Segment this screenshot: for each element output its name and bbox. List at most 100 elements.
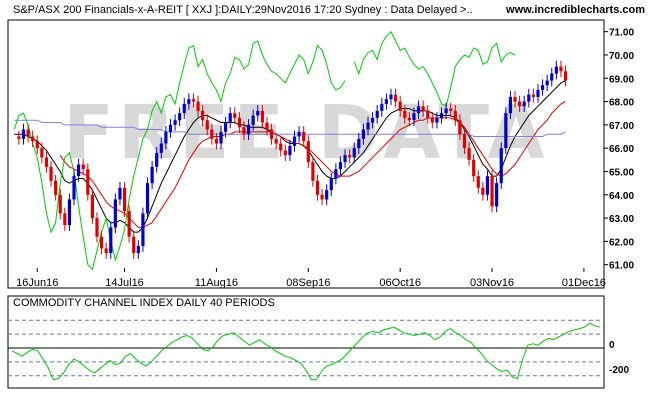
- candle: [145, 177, 150, 220]
- candle-body: [421, 106, 425, 111]
- candle-body: [21, 129, 26, 139]
- chart-canvas: S&P/ASX 200 Financials-x-A-REIT [ XXJ ]:…: [7, 4, 645, 389]
- candle-body: [54, 180, 58, 195]
- price-y-tick-label: 69.00: [609, 74, 634, 85]
- candle-body: [389, 94, 393, 100]
- price-y-tick-label: 64.00: [609, 191, 634, 202]
- candle: [141, 207, 145, 252]
- candle-body: [17, 136, 21, 139]
- candle: [490, 170, 494, 213]
- candle-body: [178, 113, 182, 121]
- candle-body: [453, 110, 457, 121]
- price-x-tick-label: 14Jul16: [105, 277, 144, 289]
- price-y-tick-label: 67.00: [609, 121, 634, 132]
- candle-body: [371, 117, 375, 123]
- price-y-tick-label: 63.00: [609, 214, 634, 225]
- candle-body: [393, 94, 398, 102]
- price-x-tick-label: 03Nov16: [470, 277, 514, 289]
- candle-body: [246, 124, 251, 135]
- candle: [499, 142, 503, 189]
- candle-body: [329, 178, 333, 191]
- price-x-tick-label: 06Oct16: [379, 277, 421, 289]
- candle-body: [168, 124, 173, 132]
- candle-body: [288, 145, 292, 156]
- candle-body: [67, 199, 72, 226]
- candle-body: [205, 120, 209, 130]
- candle-body: [343, 155, 347, 163]
- candle-body: [99, 236, 104, 249]
- candle-body: [113, 199, 117, 228]
- candle-body: [416, 106, 421, 114]
- candle-body: [182, 103, 186, 114]
- candle-body: [127, 211, 131, 237]
- candle-body: [196, 101, 200, 111]
- candle-body: [242, 127, 246, 135]
- candle-body: [31, 136, 35, 142]
- cci-tick-minus200: -200: [609, 365, 629, 376]
- candle-body: [467, 148, 471, 160]
- candle-body: [435, 117, 439, 123]
- candle-body: [481, 187, 485, 195]
- candle-body: [513, 96, 517, 102]
- candle-body: [95, 218, 99, 237]
- candle-body: [86, 169, 90, 195]
- candle-body: [279, 143, 283, 151]
- candle-body: [545, 80, 549, 86]
- candle-body: [214, 138, 219, 144]
- candle-body: [237, 117, 241, 128]
- watermark: FREE DATA: [63, 90, 548, 176]
- candle-body: [559, 66, 563, 72]
- price-y-tick-label: 71.00: [609, 28, 634, 39]
- candle-body: [325, 190, 329, 200]
- candle-body: [256, 110, 260, 116]
- candle-body: [380, 103, 384, 111]
- price-y-axis: 61.00 62.00 63.00 64.00 65.00 66.00 67.00 68.00…: [604, 28, 634, 272]
- candle-body: [219, 131, 223, 144]
- cci-title: COMMODITY CHANNEL INDEX DAILY 40 PERIODS: [13, 297, 275, 309]
- candle-body: [233, 113, 237, 118]
- candle-body: [563, 71, 568, 81]
- candle-body: [136, 246, 140, 254]
- candle-body: [251, 115, 255, 125]
- candle-body: [90, 194, 94, 219]
- candle-body: [132, 236, 136, 254]
- candle-body: [118, 187, 122, 200]
- candle-body: [35, 141, 39, 149]
- candle-body: [522, 101, 526, 107]
- candle-body: [26, 129, 30, 137]
- candle-body: [164, 131, 168, 144]
- candle-body: [499, 148, 503, 184]
- candle-body: [81, 164, 85, 170]
- cci-tick-zero: 0: [609, 340, 615, 351]
- price-y-tick-label: 65.00: [609, 167, 634, 178]
- candle-body: [187, 99, 191, 104]
- candle-body: [444, 108, 448, 114]
- candle-body: [449, 108, 453, 111]
- candle-body: [210, 129, 214, 139]
- candle-body: [527, 94, 531, 102]
- price-y-tick-label: 62.00: [609, 237, 634, 248]
- candle-body: [366, 122, 370, 130]
- candle-body: [260, 110, 264, 123]
- candle-body: [159, 143, 163, 153]
- candle-body: [191, 99, 196, 102]
- candle-body: [224, 122, 228, 132]
- candle-body: [476, 176, 480, 188]
- candle-body: [338, 162, 343, 170]
- candle: [113, 193, 117, 234]
- cci-panel-frame: [7, 295, 605, 389]
- price-x-tick-label: 08Sep16: [286, 277, 330, 289]
- candle-body: [201, 110, 205, 121]
- candle-body: [320, 194, 324, 200]
- candle-body: [384, 99, 388, 104]
- price-y-tick-label: 68.00: [609, 98, 634, 109]
- chart-title: S&P/ASX 200 Financials-x-A-REIT [ XXJ ]:…: [13, 4, 473, 16]
- candle-body: [439, 113, 444, 118]
- candle-body: [352, 148, 356, 158]
- candle-body: [508, 96, 513, 114]
- candle-body: [430, 117, 434, 123]
- candle: [504, 107, 508, 154]
- candle-body: [306, 141, 310, 163]
- candle-body: [357, 138, 361, 149]
- candle-body: [518, 101, 522, 107]
